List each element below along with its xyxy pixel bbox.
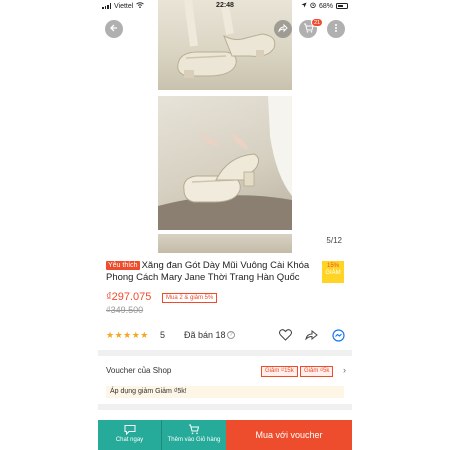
combo-deal-tag[interactable]: Mua 2 & giảm 5% [162,293,218,303]
voucher-apply-banner: Áp dụng giảm Giảm ₫5k! [106,386,344,398]
rating-value: 5 [160,330,166,340]
more-icon [331,20,341,38]
share-icon [278,20,288,38]
favorite-tag: Yêu thích [106,261,140,270]
heart-icon[interactable] [278,328,292,342]
cart-count-badge: 21 [311,18,324,27]
back-button[interactable] [105,20,123,38]
voucher-chip[interactable]: Giảm ₫15k [261,366,298,377]
original-price: ₫349.500 [106,305,144,315]
status-bar: Viettel 22:48 68% [98,0,352,12]
bottom-action-bar: Chat ngay Thêm vào Giỏ hàng Mua với vouc… [98,420,352,450]
voucher-label: Voucher của Shop [106,366,172,375]
discount-badge: 15% GIẢM [322,261,344,283]
section-divider [98,404,352,410]
product-title: Yêu thích Xăng đan Gót Dày Mũi Vuông Cài … [106,260,312,284]
more-options-button[interactable] [327,20,345,38]
product-page: 21 5/12 Viettel 22:48 68% Yêu thích Xăng… [98,0,352,450]
rating-row: ★★★★★ 5 Đã bán 18 ? [106,328,346,344]
add-cart-label: Thêm vào Giỏ hàng [167,437,221,443]
voucher-chip[interactable]: Giảm ₫5k [300,366,334,377]
messenger-icon[interactable] [331,328,345,342]
info-icon[interactable]: ? [227,331,235,339]
alarm-icon [310,2,316,10]
product-photo [158,96,292,230]
sold-count: Đã bán 18 [184,330,226,340]
battery-icon [336,3,348,9]
current-price: ₫297.075 [106,291,152,303]
share-icon[interactable] [304,328,318,342]
buy-with-voucher-button[interactable]: Mua với voucher [226,420,352,450]
chat-icon [124,424,136,436]
discount-percent: 15% [326,263,339,269]
arrow-left-icon [109,20,119,38]
chevron-right-icon: › [343,365,346,375]
product-image-gallery[interactable]: 21 5/12 [98,0,352,253]
battery-percent: 68% [318,2,333,10]
product-photo [158,0,292,90]
shop-voucher-row[interactable]: Voucher của Shop Giảm ₫15k Giảm ₫5k › [106,365,346,378]
add-cart-icon [188,424,200,435]
star-rating-icon: ★★★★★ [106,330,149,340]
section-divider [98,350,352,356]
chat-label: Chat ngay [115,437,144,443]
product-photo [158,234,292,253]
share-button[interactable] [274,20,292,38]
location-icon [301,2,307,10]
image-counter: 5/12 [326,236,342,245]
chat-button[interactable]: Chat ngay [98,420,161,450]
discount-label: GIẢM [325,270,341,276]
add-to-cart-button[interactable]: Thêm vào Giỏ hàng [161,420,226,450]
